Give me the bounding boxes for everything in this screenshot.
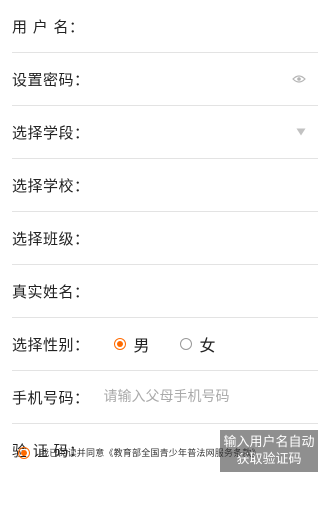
stage-select[interactable]	[90, 117, 318, 147]
gender-male-label: 男	[133, 336, 150, 355]
username-label: 用 户 名：	[12, 17, 85, 36]
username-input[interactable]	[84, 11, 318, 41]
password-input[interactable]	[89, 64, 318, 94]
gender-male-option[interactable]: 男	[113, 332, 150, 356]
gender-radio-group: 男 女	[113, 332, 216, 356]
class-select[interactable]	[90, 223, 318, 253]
phone-label: 手机号码：	[12, 388, 90, 407]
radio-unchecked-icon	[179, 338, 192, 350]
gender-row: 选择性别： 男 女	[12, 318, 318, 371]
class-row[interactable]: 选择班级：	[12, 212, 318, 265]
radio-checked-icon[interactable]	[18, 446, 30, 459]
phone-input[interactable]	[103, 382, 318, 412]
password-row: 设置密码：	[12, 53, 318, 106]
realname-input[interactable]	[89, 276, 318, 306]
realname-label: 真实姓名：	[12, 282, 90, 301]
gender-label: 选择性别：	[12, 335, 90, 354]
triangle-down-icon[interactable]	[296, 128, 306, 136]
school-label: 选择学校：	[12, 176, 90, 195]
agreement-text[interactable]: 我已阅读并同意《教育部全国青少年普法网服务条款》	[40, 446, 261, 459]
gender-female-label: 女	[199, 336, 216, 355]
stage-label: 选择学段：	[12, 123, 90, 142]
username-row: 用 户 名：	[12, 0, 318, 53]
phone-row: 手机号码：	[12, 371, 318, 424]
class-label: 选择班级：	[12, 229, 90, 248]
stage-row[interactable]: 选择学段：	[12, 106, 318, 159]
agreement-row[interactable]: 我已阅读并同意《教育部全国青少年普法网服务条款》	[18, 446, 261, 459]
radio-checked-icon	[113, 338, 126, 350]
realname-row: 真实姓名：	[12, 265, 318, 318]
school-select[interactable]	[90, 170, 318, 200]
password-label: 设置密码：	[12, 70, 90, 89]
eye-icon[interactable]	[292, 74, 306, 84]
gender-female-option[interactable]: 女	[179, 332, 216, 356]
school-row[interactable]: 选择学校：	[12, 159, 318, 212]
